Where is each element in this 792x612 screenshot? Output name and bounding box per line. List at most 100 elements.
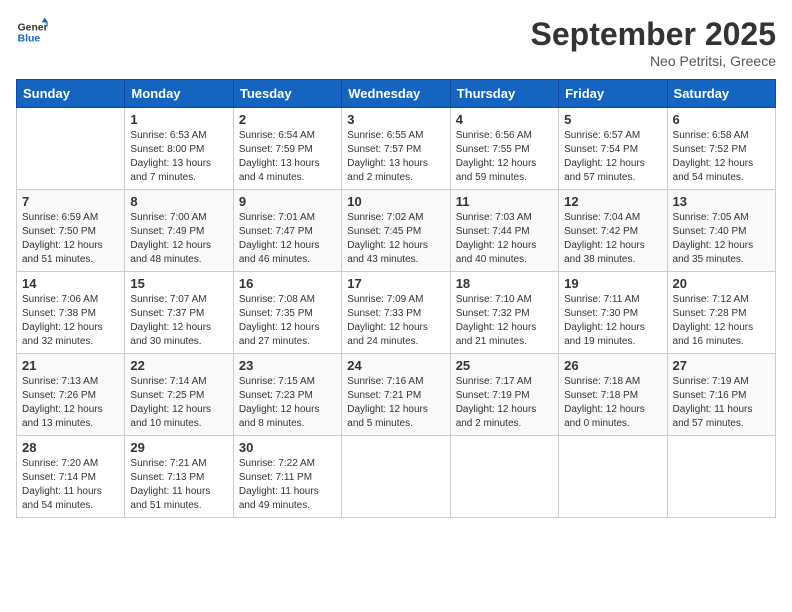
day-cell: 19 Sunrise: 7:11 AMSunset: 7:30 PMDayligh… bbox=[559, 272, 667, 354]
day-number: 8 bbox=[130, 194, 227, 209]
day-info: Sunrise: 7:02 AMSunset: 7:45 PMDaylight:… bbox=[347, 211, 444, 267]
day-number: 15 bbox=[130, 276, 227, 291]
col-header-monday: Monday bbox=[125, 80, 233, 108]
day-cell: 23 Sunrise: 7:15 AMSunset: 7:23 PMDayligh… bbox=[233, 354, 341, 436]
day-cell: 9Sunrise: 7:01 AMSunset: 7:47 PMDaylight… bbox=[233, 190, 341, 272]
day-cell: 8 Sunrise: 7:00 AMSunset: 7:49 PMDaylight… bbox=[125, 190, 233, 272]
day-info: Sunrise: 7:16 AMSunset: 7:21 PMDaylight:… bbox=[347, 375, 444, 431]
day-cell: 2 Sunrise: 6:54 AMSunset: 7:59 PMDaylight… bbox=[233, 108, 341, 190]
day-cell: 22 Sunrise: 7:14 AMSunset: 7:25 PMDayligh… bbox=[125, 354, 233, 436]
day-info: Sunrise: 7:21 AMSunset: 7:13 PMDaylight:… bbox=[130, 457, 227, 513]
logo-icon: General Blue bbox=[16, 16, 48, 48]
day-cell: 3Sunrise: 6:55 AMSunset: 7:57 PMDaylight… bbox=[342, 108, 450, 190]
day-cell: 5Sunrise: 6:57 AMSunset: 7:54 PMDaylight… bbox=[559, 108, 667, 190]
col-header-friday: Friday bbox=[559, 80, 667, 108]
day-info: Sunrise: 7:03 AMSunset: 7:44 PMDaylight:… bbox=[456, 211, 553, 267]
col-header-saturday: Saturday bbox=[667, 80, 775, 108]
day-number: 16 bbox=[239, 276, 336, 291]
day-cell: 20 Sunrise: 7:12 AMSunset: 7:28 PMDayligh… bbox=[667, 272, 775, 354]
day-info: Sunrise: 7:11 AMSunset: 7:30 PMDaylight:… bbox=[564, 293, 661, 349]
day-number: 9 bbox=[239, 194, 336, 209]
day-cell: 25Sunrise: 7:17 AMSunset: 7:19 PMDayligh… bbox=[450, 354, 558, 436]
day-number: 7 bbox=[22, 194, 119, 209]
col-header-sunday: Sunday bbox=[17, 80, 125, 108]
day-cell bbox=[559, 436, 667, 518]
day-cell: 28 Sunrise: 7:20 AMSunset: 7:14 PMDayligh… bbox=[17, 436, 125, 518]
day-number: 28 bbox=[22, 440, 119, 455]
day-cell bbox=[342, 436, 450, 518]
day-info: Sunrise: 7:10 AMSunset: 7:32 PMDaylight:… bbox=[456, 293, 553, 349]
day-info: Sunrise: 7:19 AMSunset: 7:16 PMDaylight:… bbox=[673, 375, 770, 431]
week-row-2: 7Sunrise: 6:59 AMSunset: 7:50 PMDaylight… bbox=[17, 190, 776, 272]
day-header-row: SundayMondayTuesdayWednesdayThursdayFrid… bbox=[17, 80, 776, 108]
day-number: 27 bbox=[673, 358, 770, 373]
day-cell bbox=[450, 436, 558, 518]
day-number: 6 bbox=[673, 112, 770, 127]
title-block: September 2025 Neo Petritsi, Greece bbox=[531, 16, 776, 69]
day-number: 10 bbox=[347, 194, 444, 209]
day-number: 11 bbox=[456, 194, 553, 209]
day-info: Sunrise: 7:15 AMSunset: 7:23 PMDaylight:… bbox=[239, 375, 336, 431]
day-number: 17 bbox=[347, 276, 444, 291]
day-cell: 17 Sunrise: 7:09 AMSunset: 7:33 PMDayligh… bbox=[342, 272, 450, 354]
week-row-3: 14 Sunrise: 7:06 AMSunset: 7:38 PMDayligh… bbox=[17, 272, 776, 354]
day-number: 20 bbox=[673, 276, 770, 291]
day-cell bbox=[667, 436, 775, 518]
day-cell: 18Sunrise: 7:10 AMSunset: 7:32 PMDayligh… bbox=[450, 272, 558, 354]
month-title: September 2025 bbox=[531, 16, 776, 53]
day-number: 13 bbox=[673, 194, 770, 209]
day-info: Sunrise: 7:06 AMSunset: 7:38 PMDaylight:… bbox=[22, 293, 119, 349]
day-info: Sunrise: 7:18 AMSunset: 7:18 PMDaylight:… bbox=[564, 375, 661, 431]
day-number: 2 bbox=[239, 112, 336, 127]
day-info: Sunrise: 6:56 AMSunset: 7:55 PMDaylight:… bbox=[456, 129, 553, 185]
day-info: Sunrise: 7:13 AMSunset: 7:26 PMDaylight:… bbox=[22, 375, 119, 431]
day-cell: 29 Sunrise: 7:21 AMSunset: 7:13 PMDayligh… bbox=[125, 436, 233, 518]
day-number: 19 bbox=[564, 276, 661, 291]
day-cell: 30 Sunrise: 7:22 AMSunset: 7:11 PMDayligh… bbox=[233, 436, 341, 518]
day-cell: 1Sunrise: 6:53 AMSunset: 8:00 PMDaylight… bbox=[125, 108, 233, 190]
page-header: General Blue September 2025 Neo Petritsi… bbox=[16, 16, 776, 69]
day-info: Sunrise: 7:22 AMSunset: 7:11 PMDaylight:… bbox=[239, 457, 336, 513]
day-info: Sunrise: 7:09 AMSunset: 7:33 PMDaylight:… bbox=[347, 293, 444, 349]
day-info: Sunrise: 6:58 AMSunset: 7:52 PMDaylight:… bbox=[673, 129, 770, 185]
day-info: Sunrise: 6:53 AMSunset: 8:00 PMDaylight:… bbox=[130, 129, 227, 185]
day-number: 29 bbox=[130, 440, 227, 455]
day-cell: 16Sunrise: 7:08 AMSunset: 7:35 PMDayligh… bbox=[233, 272, 341, 354]
day-cell: 14 Sunrise: 7:06 AMSunset: 7:38 PMDayligh… bbox=[17, 272, 125, 354]
day-info: Sunrise: 7:00 AMSunset: 7:49 PMDaylight:… bbox=[130, 211, 227, 267]
day-info: Sunrise: 7:05 AMSunset: 7:40 PMDaylight:… bbox=[673, 211, 770, 267]
day-info: Sunrise: 7:14 AMSunset: 7:25 PMDaylight:… bbox=[130, 375, 227, 431]
day-info: Sunrise: 7:04 AMSunset: 7:42 PMDaylight:… bbox=[564, 211, 661, 267]
day-number: 4 bbox=[456, 112, 553, 127]
day-cell: 10 Sunrise: 7:02 AMSunset: 7:45 PMDayligh… bbox=[342, 190, 450, 272]
day-cell: 4 Sunrise: 6:56 AMSunset: 7:55 PMDaylight… bbox=[450, 108, 558, 190]
day-cell: 6 Sunrise: 6:58 AMSunset: 7:52 PMDaylight… bbox=[667, 108, 775, 190]
logo: General Blue bbox=[16, 16, 48, 48]
day-cell bbox=[17, 108, 125, 190]
day-info: Sunrise: 7:17 AMSunset: 7:19 PMDaylight:… bbox=[456, 375, 553, 431]
day-info: Sunrise: 7:12 AMSunset: 7:28 PMDaylight:… bbox=[673, 293, 770, 349]
day-cell: 24Sunrise: 7:16 AMSunset: 7:21 PMDayligh… bbox=[342, 354, 450, 436]
svg-text:Blue: Blue bbox=[18, 34, 41, 45]
day-number: 12 bbox=[564, 194, 661, 209]
day-cell: 7Sunrise: 6:59 AMSunset: 7:50 PMDaylight… bbox=[17, 190, 125, 272]
day-number: 5 bbox=[564, 112, 661, 127]
day-cell: 21 Sunrise: 7:13 AMSunset: 7:26 PMDayligh… bbox=[17, 354, 125, 436]
day-cell: 26Sunrise: 7:18 AMSunset: 7:18 PMDayligh… bbox=[559, 354, 667, 436]
day-info: Sunrise: 7:20 AMSunset: 7:14 PMDaylight:… bbox=[22, 457, 119, 513]
day-cell: 12 Sunrise: 7:04 AMSunset: 7:42 PMDayligh… bbox=[559, 190, 667, 272]
day-number: 30 bbox=[239, 440, 336, 455]
col-header-thursday: Thursday bbox=[450, 80, 558, 108]
day-info: Sunrise: 7:07 AMSunset: 7:37 PMDaylight:… bbox=[130, 293, 227, 349]
day-cell: 27 Sunrise: 7:19 AMSunset: 7:16 PMDayligh… bbox=[667, 354, 775, 436]
day-number: 23 bbox=[239, 358, 336, 373]
day-number: 3 bbox=[347, 112, 444, 127]
week-row-4: 21 Sunrise: 7:13 AMSunset: 7:26 PMDayligh… bbox=[17, 354, 776, 436]
day-info: Sunrise: 6:54 AMSunset: 7:59 PMDaylight:… bbox=[239, 129, 336, 185]
day-number: 21 bbox=[22, 358, 119, 373]
col-header-wednesday: Wednesday bbox=[342, 80, 450, 108]
day-cell: 11 Sunrise: 7:03 AMSunset: 7:44 PMDayligh… bbox=[450, 190, 558, 272]
svg-text:General: General bbox=[18, 22, 48, 33]
day-number: 22 bbox=[130, 358, 227, 373]
day-number: 14 bbox=[22, 276, 119, 291]
